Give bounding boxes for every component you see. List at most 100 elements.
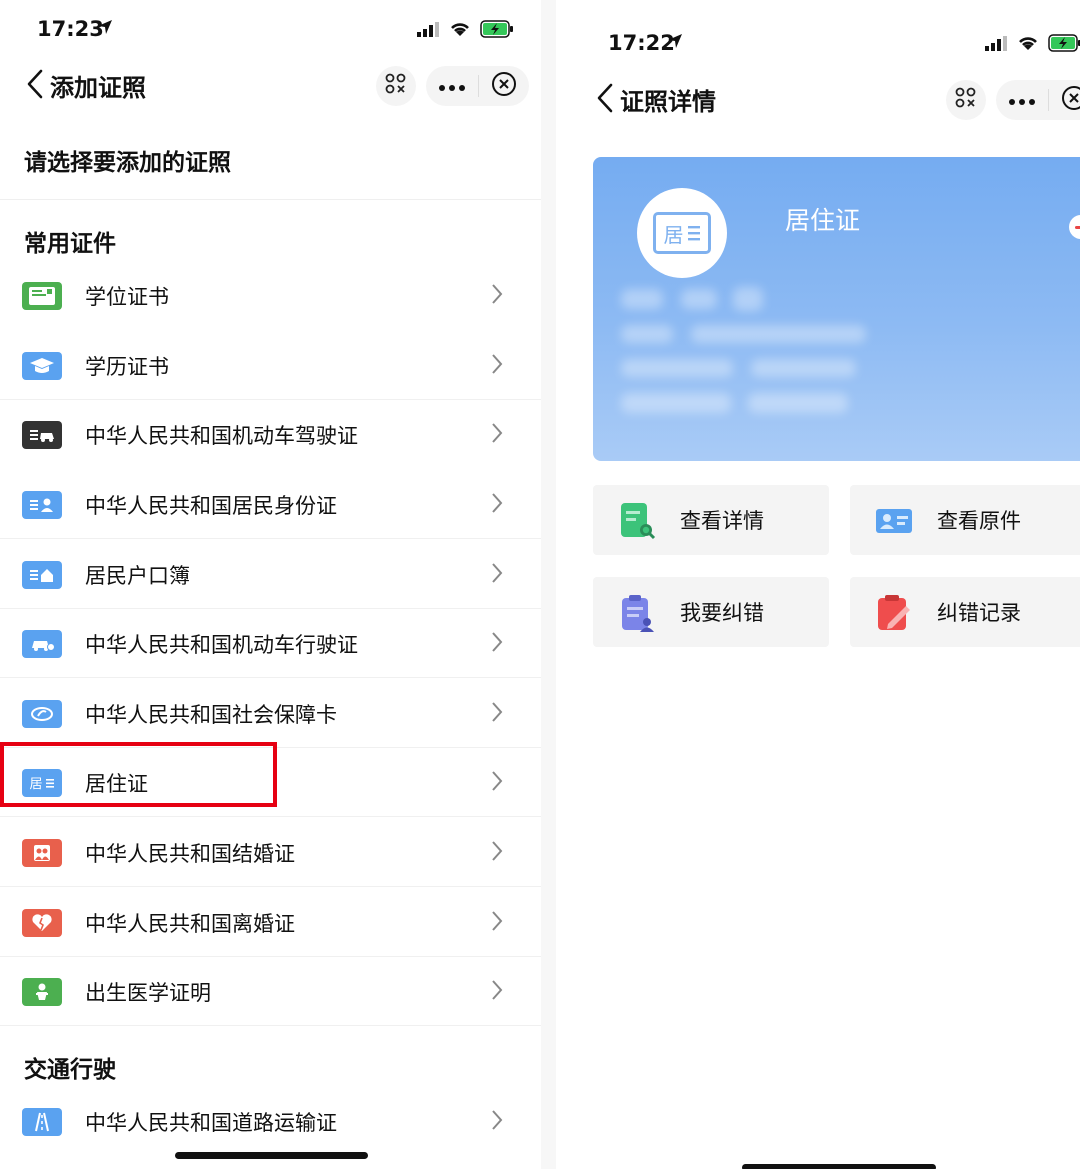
blurred-info	[621, 289, 663, 309]
chevron-right-icon	[491, 631, 503, 657]
residence-permit-card[interactable]: 居 居住证	[593, 157, 1080, 461]
list-item-degree[interactable]: 学位证书	[0, 261, 541, 330]
blurred-info	[621, 393, 731, 413]
list-item-label: 学位证书	[85, 284, 169, 309]
scan-icon	[385, 73, 407, 99]
divider	[0, 199, 541, 200]
section-title-transport: 交通行驶	[24, 1057, 116, 1083]
birth-certificate-icon	[22, 977, 62, 1006]
view-details-icon	[617, 501, 657, 541]
location-arrow-icon	[97, 19, 113, 39]
home-indicator	[175, 1152, 368, 1159]
divider	[0, 1025, 541, 1026]
highlight-annotation	[0, 742, 277, 807]
chevron-right-icon	[491, 1109, 503, 1135]
degree-certificate-icon	[22, 281, 62, 310]
list-item-vehicle-license[interactable]: 中华人民共和国机动车行驶证	[0, 609, 541, 678]
list-item-birth-certificate[interactable]: 出生医学证明	[0, 957, 541, 1026]
more-button[interactable]	[426, 77, 478, 96]
left-screen: 17:23 添加证照 请选择要添加的证照 常用证件 学位证书 学历证书 中华人民…	[0, 0, 541, 1169]
view-details-button[interactable]: 查看详情	[593, 485, 829, 555]
divorce-certificate-icon	[22, 908, 62, 937]
page-title: 证照详情	[620, 88, 716, 116]
error-record-button[interactable]: 纠错记录	[850, 577, 1080, 647]
divider	[0, 538, 541, 539]
list-item-social-security[interactable]: 中华人民共和国社会保障卡	[0, 679, 541, 748]
chevron-left-icon	[26, 69, 44, 103]
vehicle-license-icon	[22, 629, 62, 658]
status-icons	[984, 34, 1080, 56]
chevron-right-icon	[491, 770, 503, 796]
blurred-info	[733, 287, 763, 311]
wifi-icon	[1017, 35, 1039, 55]
blurred-info	[691, 325, 866, 343]
card-avatar-text: 居	[663, 222, 684, 247]
action-label: 纠错记录	[937, 601, 1021, 625]
close-button[interactable]	[1049, 85, 1080, 115]
close-circle-icon	[1061, 85, 1080, 115]
remove-card-button[interactable]	[1069, 215, 1080, 239]
residence-permit-icon: 居	[653, 212, 711, 254]
view-original-button[interactable]: 查看原件	[850, 485, 1080, 555]
signal-icon	[984, 35, 1008, 55]
nav-bar: 添加证照	[0, 56, 541, 116]
list-item-household[interactable]: 居民户口簿	[0, 540, 541, 609]
battery-charging-icon	[480, 20, 514, 42]
more-button[interactable]	[996, 91, 1048, 110]
list-item-label: 中华人民共和国社会保障卡	[85, 702, 337, 727]
list-item-marriage[interactable]: 中华人民共和国结婚证	[0, 818, 541, 887]
action-label: 我要纠错	[680, 601, 764, 625]
chevron-right-icon	[491, 701, 503, 727]
wifi-icon	[449, 21, 471, 41]
list-item-label: 中华人民共和国机动车驾驶证	[85, 423, 358, 448]
error-record-icon	[874, 593, 914, 633]
list-item-label: 学历证书	[85, 354, 169, 379]
list-item-label: 出生医学证明	[85, 980, 211, 1005]
chevron-right-icon	[491, 840, 503, 866]
list-item-label: 中华人民共和国居民身份证	[85, 493, 337, 518]
card-title: 居住证	[785, 206, 861, 235]
divider	[0, 816, 541, 817]
list-item-label: 中华人民共和国机动车行驶证	[85, 632, 358, 657]
close-circle-icon	[491, 71, 517, 101]
report-error-button[interactable]: 我要纠错	[593, 577, 829, 647]
list-item-divorce[interactable]: 中华人民共和国离婚证	[0, 888, 541, 957]
back-button[interactable]: 添加证照	[26, 68, 146, 103]
close-button[interactable]	[479, 71, 529, 101]
list-item-label: 中华人民共和国道路运输证	[85, 1110, 337, 1135]
chevron-right-icon	[491, 353, 503, 379]
chevron-right-icon	[491, 910, 503, 936]
list-item-education[interactable]: 学历证书	[0, 331, 541, 400]
list-item-label: 中华人民共和国离婚证	[85, 911, 295, 936]
minus-icon	[1075, 225, 1080, 229]
mini-program-capsule	[426, 66, 529, 106]
mini-program-capsule	[996, 80, 1080, 120]
view-original-icon	[874, 501, 914, 541]
status-time: 17:23	[37, 17, 104, 41]
chevron-right-icon	[491, 283, 503, 309]
more-dots-icon	[1008, 91, 1036, 110]
nav-bar: 证照详情	[556, 70, 1080, 130]
blurred-info	[751, 359, 856, 377]
list-item-label: 中华人民共和国结婚证	[85, 841, 295, 866]
divider	[0, 677, 541, 678]
list-item-driver-license[interactable]: 中华人民共和国机动车驾驶证	[0, 400, 541, 469]
household-register-icon	[22, 560, 62, 589]
action-label: 查看原件	[937, 509, 1021, 533]
screen-divider	[541, 0, 570, 1169]
blurred-info	[681, 289, 717, 309]
driver-license-icon	[22, 420, 62, 449]
back-button[interactable]: 证照详情	[596, 82, 716, 117]
graduation-cap-icon	[22, 351, 62, 380]
status-bar: 17:22	[556, 0, 1080, 60]
card-avatar: 居	[637, 188, 727, 278]
location-arrow-icon	[667, 33, 683, 53]
status-bar: 17:23	[0, 0, 541, 60]
battery-charging-icon	[1048, 34, 1080, 56]
scan-button[interactable]	[376, 66, 416, 106]
list-item-road-transport[interactable]: 中华人民共和国道路运输证	[0, 1087, 541, 1156]
scan-button[interactable]	[946, 80, 986, 120]
list-item-id-card[interactable]: 中华人民共和国居民身份证	[0, 470, 541, 539]
select-heading: 请选择要添加的证照	[24, 150, 231, 176]
status-icons	[416, 20, 514, 42]
